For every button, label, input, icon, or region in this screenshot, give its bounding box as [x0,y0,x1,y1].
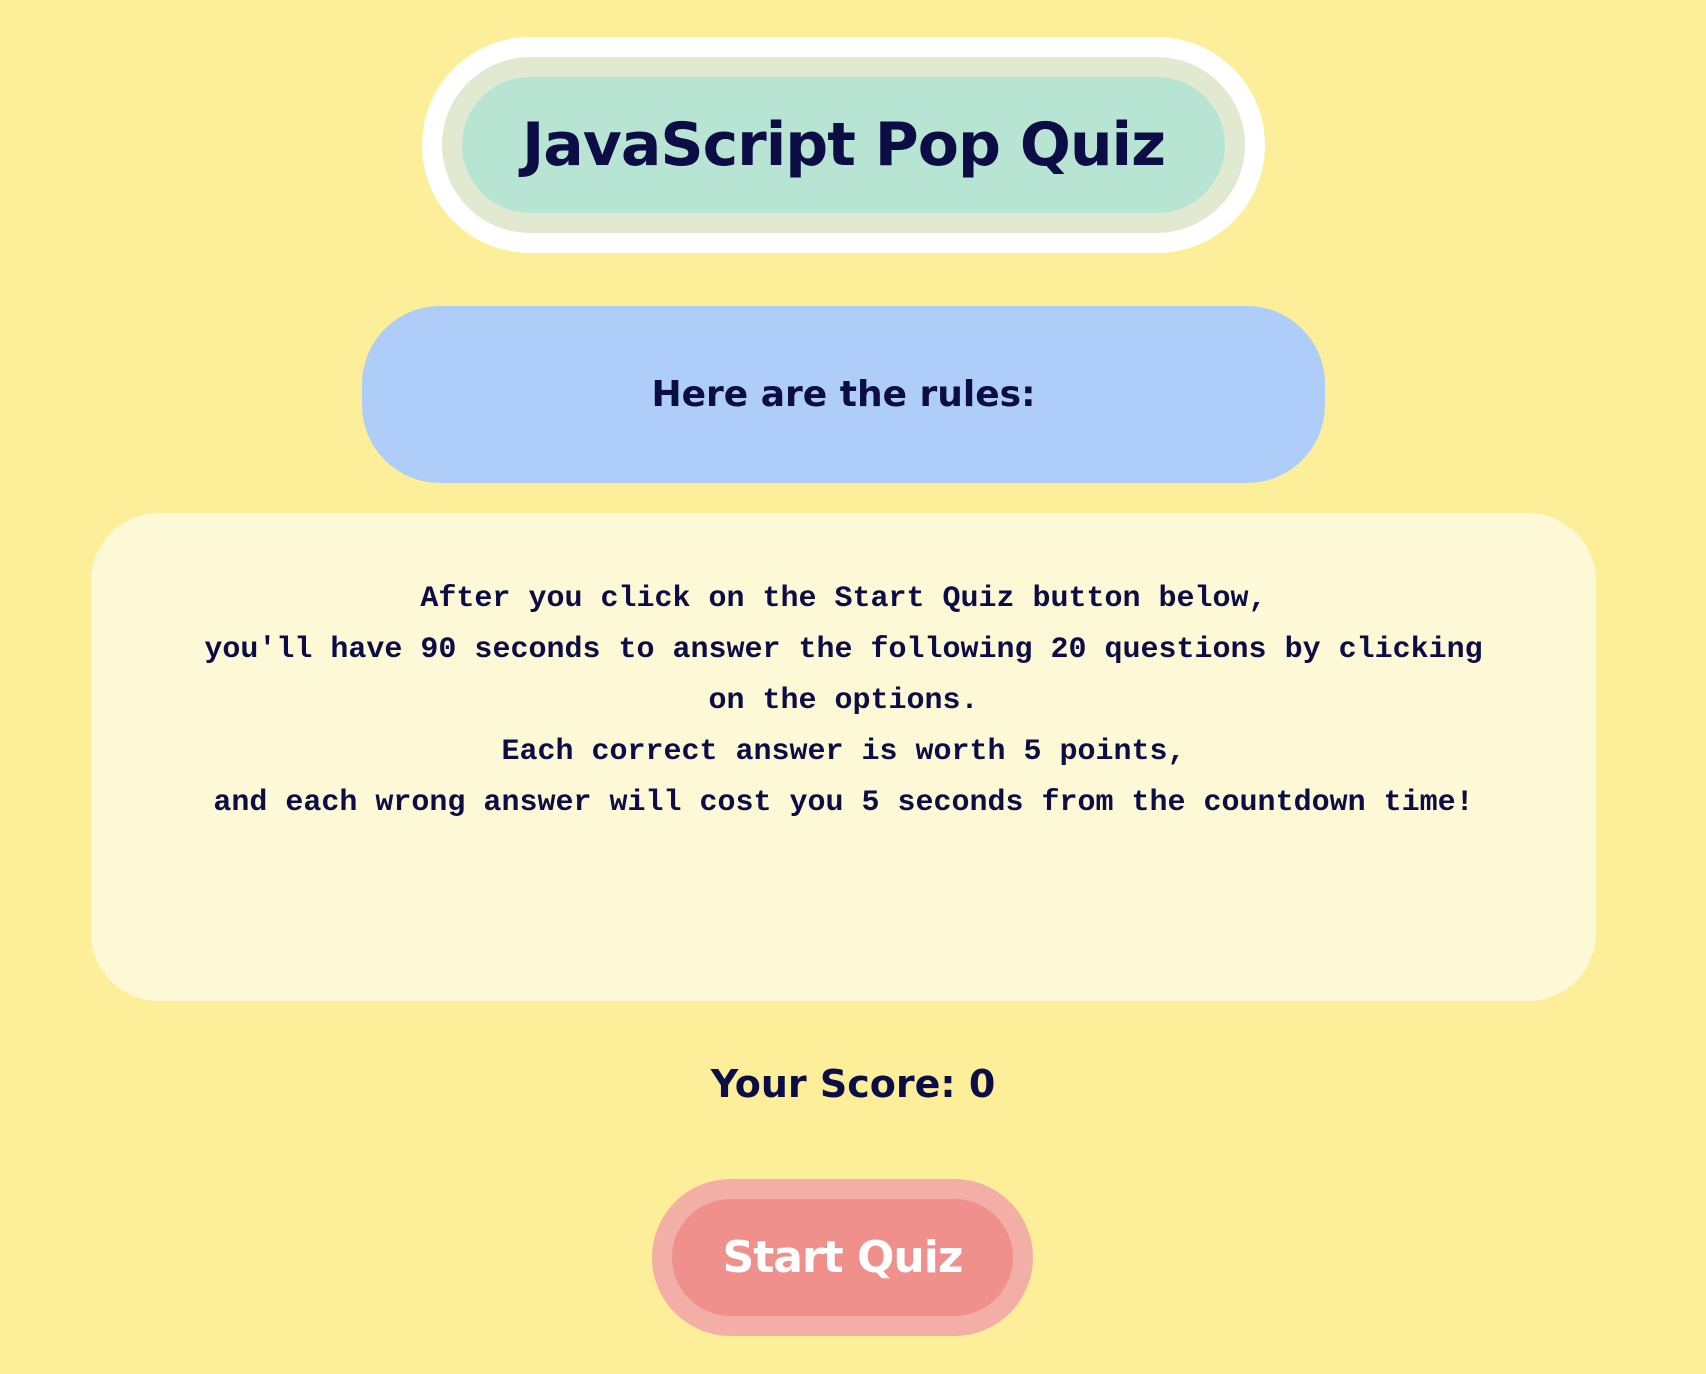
start-quiz-label: Start Quiz [722,1232,964,1283]
rules-heading: Here are the rules: [651,374,1036,415]
page-title: JavaScript Pop Quiz [521,110,1166,180]
rules-line: you'll have 90 seconds to answer the fol… [204,633,1483,667]
rules-line: on the options. [708,684,979,718]
title-banner: JavaScript Pop Quiz [422,37,1265,253]
rules-heading-banner: Here are the rules: [362,306,1325,483]
title-banner-ring: JavaScript Pop Quiz [442,57,1245,233]
rules-line: Each correct answer is worth 5 points, [501,735,1186,769]
start-quiz-button[interactable]: Start Quiz [652,1179,1033,1336]
score-display: Your Score: 0 [710,1062,996,1106]
rules-line: and each wrong answer will cost you 5 se… [213,786,1474,820]
title-banner-core: JavaScript Pop Quiz [462,77,1225,213]
rules-card: After you click on the Start Quiz button… [91,513,1596,1001]
start-quiz-button-core[interactable]: Start Quiz [672,1199,1013,1316]
rules-line: After you click on the Start Quiz button… [420,582,1267,616]
